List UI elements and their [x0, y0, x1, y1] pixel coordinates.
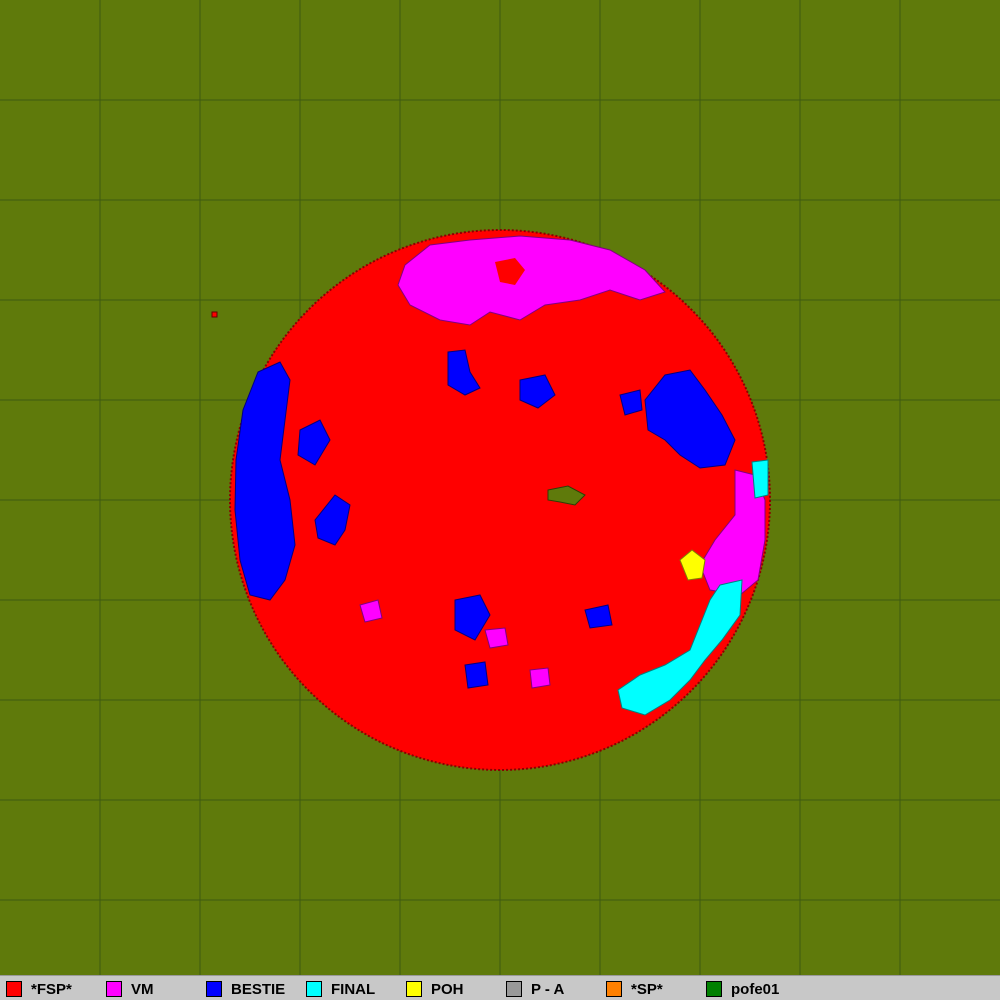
legend-swatch	[406, 981, 422, 997]
final-patch	[751, 459, 769, 499]
territory-blob	[211, 229, 771, 771]
legend-label: VM	[131, 980, 154, 998]
legend-swatch	[206, 981, 222, 997]
legend-label: FINAL	[331, 980, 376, 998]
legend-item: *FSP*	[6, 980, 72, 998]
map-canvas	[0, 0, 1000, 975]
legend-item: POH	[406, 980, 464, 998]
legend-bar: *FSP* VM BESTIE FINAL POH P - A *SP* pofe01	[0, 975, 1000, 1000]
legend-label: *SP*	[631, 980, 663, 998]
legend-item: VM	[106, 980, 154, 998]
territory-map[interactable]	[0, 0, 1000, 975]
legend-swatch	[106, 981, 122, 997]
legend-label: POH	[431, 980, 464, 998]
legend-swatch	[306, 981, 322, 997]
legend-label: BESTIE	[231, 980, 286, 998]
legend-item: *SP*	[606, 980, 663, 998]
legend-item: FINAL	[306, 980, 375, 998]
vm-patch	[529, 667, 551, 689]
legend-item: P - A	[506, 980, 564, 998]
legend-item: BESTIE	[206, 980, 285, 998]
legend-swatch	[706, 981, 722, 997]
outpost	[211, 311, 218, 318]
legend-swatch	[6, 981, 22, 997]
bestie-patch	[464, 661, 489, 689]
legend-label: P - A	[531, 980, 565, 998]
legend-swatch	[606, 981, 622, 997]
legend-item: pofe01	[706, 980, 779, 998]
legend-label: pofe01	[731, 980, 780, 998]
legend-swatch	[506, 981, 522, 997]
legend-label: *FSP*	[31, 980, 72, 998]
